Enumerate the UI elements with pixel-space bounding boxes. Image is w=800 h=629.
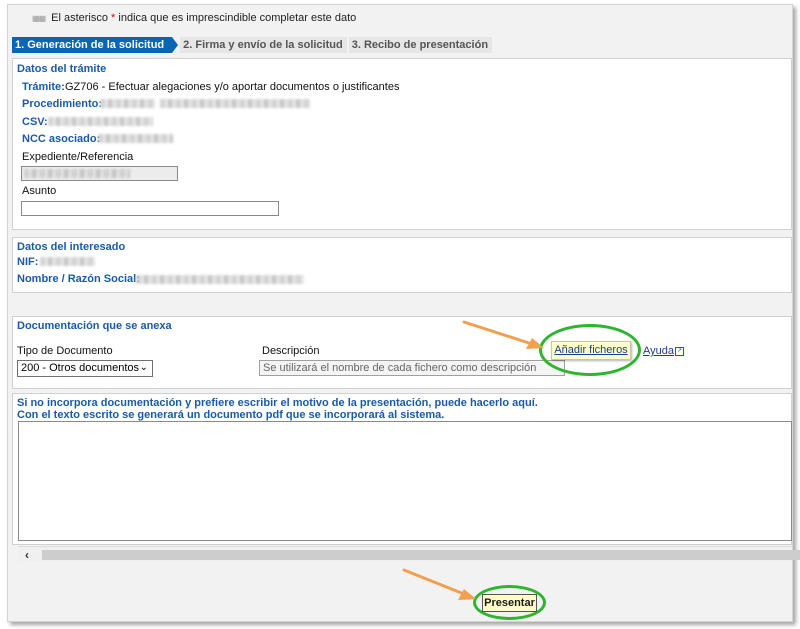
expediente-value-redacted xyxy=(24,169,130,178)
interesado-title: Datos del interesado xyxy=(17,241,126,253)
tipo-documento-label: Tipo de Documento xyxy=(17,345,113,357)
arrow-pointer-icon xyxy=(402,568,476,600)
tramite-title: Datos del trámite xyxy=(17,63,107,75)
tab-firma[interactable]: 2. Firma y envío de la solicitud xyxy=(180,37,347,53)
tramite-value: GZ706 - Efectuar alegaciones y/o aportar… xyxy=(65,81,400,93)
motivo-instruction-1: Si no incorpora documentación y prefiere… xyxy=(17,397,538,409)
help-link[interactable]: Ayuda xyxy=(643,345,674,357)
descripcion-placeholder: Se utilizará el nombre de cada fichero c… xyxy=(263,362,537,374)
scrollbar-thumb[interactable] xyxy=(42,550,800,560)
descripcion-field[interactable]: Se utilizará el nombre de cada fichero c… xyxy=(259,360,565,376)
nif-label: NIF: xyxy=(17,256,39,268)
procedimiento-value-redacted-2 xyxy=(160,99,310,108)
nombre-value-redacted xyxy=(136,275,304,284)
chevron-down-icon: ⌄ xyxy=(139,362,148,373)
documentacion-title: Documentación que se anexa xyxy=(17,320,172,332)
descripcion-label: Descripción xyxy=(262,345,320,357)
horizontal-scrollbar[interactable]: ‹ xyxy=(18,546,800,562)
ncc-value-redacted xyxy=(98,134,173,143)
nif-value-redacted xyxy=(40,257,95,266)
nombre-label: Nombre / Razón Social: xyxy=(17,273,140,285)
tab-generacion[interactable]: 1. Generación de la solicitud xyxy=(12,37,179,53)
add-files-button[interactable]: Añadir ficheros xyxy=(551,341,631,360)
chevron-left-icon[interactable]: ‹ xyxy=(25,548,29,562)
step-tabs: 1. Generación de la solicitud 2. Firma y… xyxy=(12,37,494,53)
csv-label: CSV: xyxy=(22,116,48,128)
motivo-instruction-2: Con el texto escrito se generará un docu… xyxy=(17,409,445,421)
external-link-icon[interactable]: ↗ xyxy=(675,347,684,356)
procedimiento-label: Procedimiento: xyxy=(22,98,103,110)
ncc-label: NCC asociado: xyxy=(22,133,101,145)
asunto-label: Asunto xyxy=(22,185,57,197)
bullet-icon: ▦▦ xyxy=(32,14,46,23)
csv-value-redacted xyxy=(48,117,153,126)
procedimiento-value-redacted xyxy=(100,99,155,108)
tipo-documento-select[interactable]: 200 - Otros documentos ⌄ xyxy=(17,360,153,377)
tipo-documento-value: 200 - Otros documentos xyxy=(21,362,140,374)
tramite-label: Trámite: xyxy=(22,81,65,93)
motivo-textarea[interactable] xyxy=(18,421,792,541)
tab-recibo[interactable]: 3. Recibo de presentación xyxy=(348,37,493,53)
expediente-label: Expediente/Referencia xyxy=(22,151,134,163)
required-notice: ▦▦ El asterisco * indica que es imprescin… xyxy=(32,12,357,24)
arrow-pointer-icon xyxy=(462,320,544,349)
asunto-field[interactable] xyxy=(21,201,279,216)
submit-button[interactable]: Presentar xyxy=(482,594,537,612)
